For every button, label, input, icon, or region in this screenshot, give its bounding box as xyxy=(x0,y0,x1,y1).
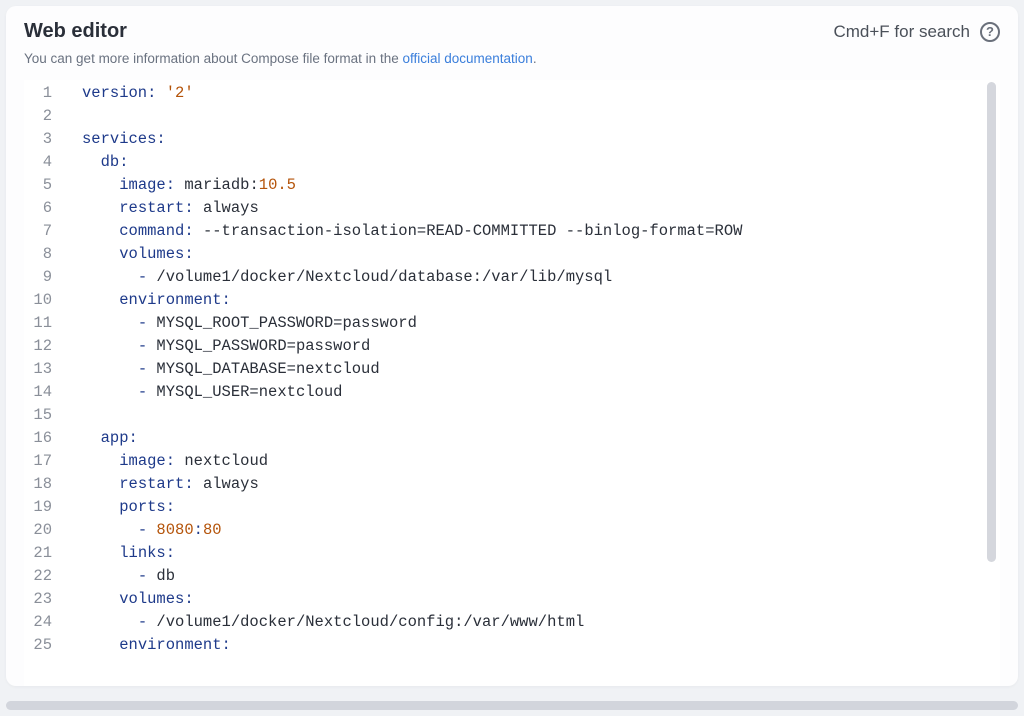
line-number: 8 xyxy=(32,243,52,266)
line-number: 6 xyxy=(32,197,52,220)
line-number: 18 xyxy=(32,473,52,496)
code-line[interactable]: command: --transaction-isolation=READ-CO… xyxy=(82,220,1000,243)
line-number: 5 xyxy=(32,174,52,197)
code-line[interactable]: app: xyxy=(82,427,1000,450)
code-line[interactable]: environment: xyxy=(82,289,1000,312)
code-line[interactable]: - MYSQL_PASSWORD=password xyxy=(82,335,1000,358)
docs-link[interactable]: official documentation xyxy=(402,51,532,66)
horizontal-scrollbar[interactable] xyxy=(6,701,1018,710)
code-line[interactable]: ports: xyxy=(82,496,1000,519)
line-number: 15 xyxy=(32,404,52,427)
search-hint: Cmd+F for search xyxy=(833,22,970,42)
code-line[interactable]: - 8080:80 xyxy=(82,519,1000,542)
page-title: Web editor xyxy=(24,20,127,43)
subtitle-suffix: . xyxy=(533,51,537,66)
header-right: Cmd+F for search ? xyxy=(833,22,1000,42)
code-line[interactable]: db: xyxy=(82,151,1000,174)
line-number: 16 xyxy=(32,427,52,450)
code-editor[interactable]: 1234567891011121314151617181920212223242… xyxy=(24,80,1000,686)
line-number: 7 xyxy=(32,220,52,243)
line-number: 3 xyxy=(32,128,52,151)
code-line[interactable]: image: nextcloud xyxy=(82,450,1000,473)
code-line[interactable]: restart: always xyxy=(82,197,1000,220)
line-number: 21 xyxy=(32,542,52,565)
subtitle: You can get more information about Compo… xyxy=(24,51,1000,66)
code-line[interactable]: services: xyxy=(82,128,1000,151)
line-number: 10 xyxy=(32,289,52,312)
code-line[interactable]: volumes: xyxy=(82,588,1000,611)
line-number: 11 xyxy=(32,312,52,335)
code-line[interactable]: - MYSQL_USER=nextcloud xyxy=(82,381,1000,404)
code-line[interactable] xyxy=(82,404,1000,427)
code-line[interactable]: - MYSQL_DATABASE=nextcloud xyxy=(82,358,1000,381)
line-number: 2 xyxy=(32,105,52,128)
editor-wrap: 1234567891011121314151617181920212223242… xyxy=(24,80,1000,686)
code-line[interactable]: - /volume1/docker/Nextcloud/database:/va… xyxy=(82,266,1000,289)
code-line[interactable]: restart: always xyxy=(82,473,1000,496)
line-number: 25 xyxy=(32,634,52,657)
line-number: 4 xyxy=(32,151,52,174)
line-number: 23 xyxy=(32,588,52,611)
line-number: 17 xyxy=(32,450,52,473)
line-gutter: 1234567891011121314151617181920212223242… xyxy=(24,82,70,686)
header: Web editor Cmd+F for search ? xyxy=(24,20,1000,43)
line-number: 12 xyxy=(32,335,52,358)
line-number: 13 xyxy=(32,358,52,381)
code-line[interactable]: - /volume1/docker/Nextcloud/config:/var/… xyxy=(82,611,1000,634)
line-number: 1 xyxy=(32,82,52,105)
subtitle-prefix: You can get more information about Compo… xyxy=(24,51,402,66)
code-line[interactable]: image: mariadb:10.5 xyxy=(82,174,1000,197)
code-line[interactable]: version: '2' xyxy=(82,82,1000,105)
line-number: 20 xyxy=(32,519,52,542)
code-line[interactable]: - MYSQL_ROOT_PASSWORD=password xyxy=(82,312,1000,335)
code-line[interactable]: environment: xyxy=(82,634,1000,657)
line-number: 9 xyxy=(32,266,52,289)
vertical-scrollbar[interactable] xyxy=(987,82,996,562)
line-number: 14 xyxy=(32,381,52,404)
line-number: 24 xyxy=(32,611,52,634)
line-number: 19 xyxy=(32,496,52,519)
editor-card: Web editor Cmd+F for search ? You can ge… xyxy=(6,6,1018,686)
help-icon[interactable]: ? xyxy=(980,22,1000,42)
code-line[interactable] xyxy=(82,105,1000,128)
code-line[interactable]: links: xyxy=(82,542,1000,565)
code-line[interactable]: - db xyxy=(82,565,1000,588)
code-line[interactable]: volumes: xyxy=(82,243,1000,266)
code-content[interactable]: version: '2' services: db: image: mariad… xyxy=(70,82,1000,686)
line-number: 22 xyxy=(32,565,52,588)
